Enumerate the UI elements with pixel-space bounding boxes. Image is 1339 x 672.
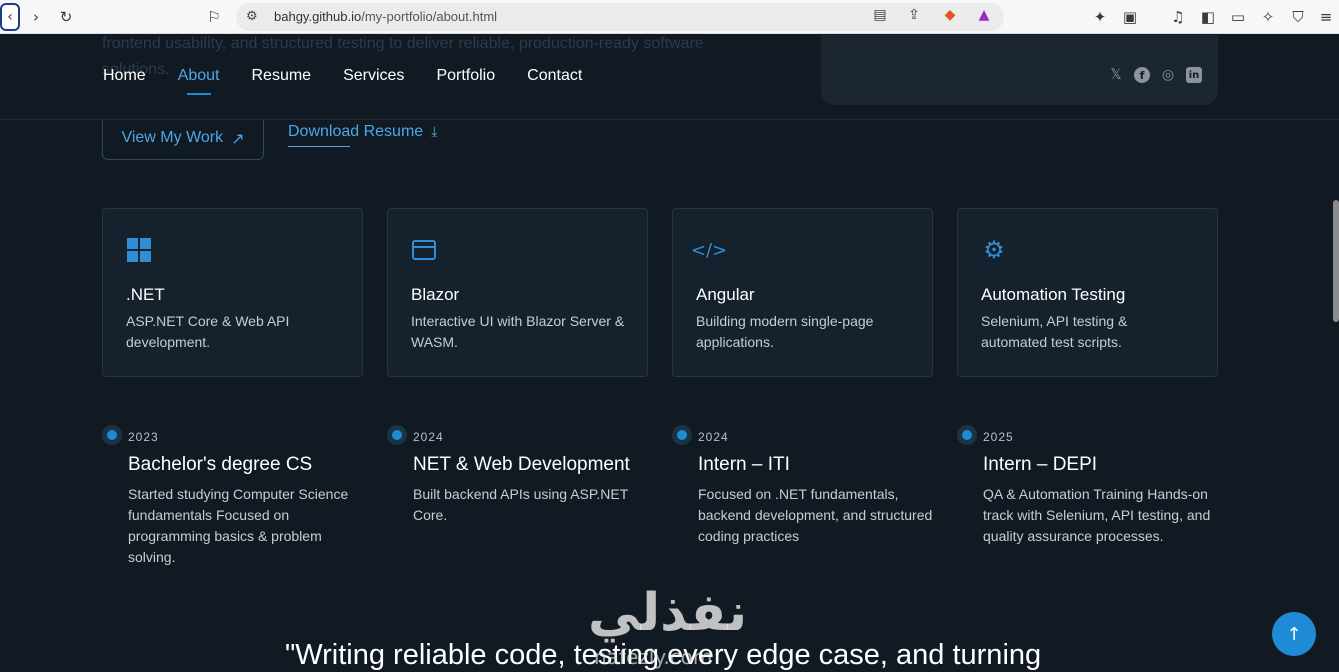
watermark-arabic: نفذلي [588,583,748,643]
timeline-item: 2023 Bachelor's degree CS Started studyi… [102,424,368,568]
forward-button[interactable]: › [26,7,46,27]
main-nav: Home About Resume Services Portfolio Con… [103,67,582,95]
reader-mode-icon[interactable]: ▤ [870,7,890,27]
brave-rewards-icon[interactable]: ▲ [974,7,994,27]
timeline-year: 2025 [983,430,1014,444]
address-bar[interactable]: ⚙ bahgy.github.io/my-portfolio/about.htm… [236,3,1004,31]
facebook-icon[interactable]: f [1134,67,1150,83]
brave-shield-icon[interactable]: ◆ [940,7,960,27]
sidebar-icon[interactable]: ◧ [1198,7,1218,27]
download-resume-link[interactable]: Download Resume ⤓ [288,123,438,147]
x-icon[interactable]: 𝕏 [1108,67,1124,83]
skill-card-dotnet: .NET ASP.NET Core & Web API development. [102,208,363,377]
skill-card-automation-testing: ⚙ Automation Testing Selenium, API testi… [957,208,1218,377]
scroll-to-top-button[interactable]: ↑ [1272,612,1316,656]
view-my-work-label: View My Work [121,129,224,146]
wallet-icon[interactable]: ▭ [1228,7,1248,27]
url-text[interactable]: bahgy.github.io/my-portfolio/about.html [274,9,497,24]
screenshot-icon[interactable]: ▣ [1120,7,1140,27]
download-icon: ⤓ [431,124,438,140]
timeline-dot [672,425,692,445]
menu-icon[interactable]: ≡ [1316,7,1336,27]
nav-portfolio[interactable]: Portfolio [436,67,495,85]
skill-title: Blazor [411,285,460,304]
page-content: View My Work ↗ Download Resume ⤓ fronten… [0,35,1339,672]
skill-desc: Interactive UI with Blazor Server & WASM… [411,313,625,350]
gear-icon: ⚙ [983,236,1005,264]
timeline-desc: Started studying Computer Science fundam… [128,486,349,565]
skill-desc: ASP.NET Core & Web API development. [126,313,290,350]
timeline-item: 2024 Intern – ITI Focused on .NET fundam… [672,424,938,547]
timeline-desc: Built backend APIs using ASP.NET Core. [413,486,629,523]
nav-home[interactable]: Home [103,67,146,85]
timeline-desc: QA & Automation Training Hands-on track … [983,486,1211,544]
scrollbar-thumb[interactable] [1333,200,1339,322]
timeline-title: Bachelor's degree CS [128,454,313,475]
timeline-title: NET & Web Development [413,454,630,475]
timeline-year: 2024 [413,430,444,444]
timeline-year: 2024 [698,430,729,444]
skill-desc: Selenium, API testing & automated test s… [981,313,1128,350]
timeline-title: Intern – ITI [698,454,790,475]
skill-title: Angular [696,285,755,304]
share-icon[interactable]: ⇪ [904,7,924,27]
nav-contact[interactable]: Contact [527,67,582,85]
linkedin-icon[interactable]: in [1186,67,1202,83]
vpn-icon[interactable]: ⛉ [1288,7,1308,27]
view-my-work-button[interactable]: View My Work ↗ [102,117,264,160]
windows-icon [126,237,152,263]
download-resume-label: Download Resume [288,123,424,140]
arrow-up-icon: ↑ [1286,623,1302,645]
bookmark-icon[interactable]: ⚐ [204,7,224,27]
back-button[interactable]: ‹ [0,3,20,31]
reload-button[interactable]: ↻ [56,7,76,27]
timeline-desc: Focused on .NET fundamentals, backend de… [698,486,933,544]
browser-window-icon [411,237,437,263]
timeline-dot [102,425,122,445]
skill-title: .NET [126,285,165,304]
skill-title: Automation Testing [981,285,1126,304]
skill-card-angular: </> Angular Building modern single-page … [672,208,933,377]
timeline-title: Intern – DEPI [983,454,1098,475]
arrow-up-right-icon: ↗ [231,128,245,148]
skill-desc: Building modern single-page applications… [696,313,874,350]
timeline-dot [387,425,407,445]
nav-services[interactable]: Services [343,67,404,85]
extensions-icon[interactable]: ✦ [1090,7,1110,27]
watermark-latin: nafezly.com [594,645,713,669]
site-header: frontend usability, and structured testi… [0,35,1339,120]
timeline-year: 2023 [128,430,159,444]
social-links: 𝕏 f ◎ in [1108,67,1202,83]
leo-ai-icon[interactable]: ✧ [1258,7,1278,27]
browser-toolbar: ‹ › ↻ ⚐ ⚙ bahgy.github.io/my-portfolio/a… [0,0,1339,34]
instagram-icon[interactable]: ◎ [1160,67,1176,83]
skill-card-blazor: Blazor Interactive UI with Blazor Server… [387,208,648,377]
timeline-dot [957,425,977,445]
nav-resume[interactable]: Resume [252,67,312,85]
site-settings-icon[interactable]: ⚙ [246,9,258,24]
code-icon: </> [690,239,728,261]
timeline-item: 2024 NET & Web Development Built backend… [387,424,653,526]
media-icon[interactable]: ♫ [1168,7,1188,27]
timeline-item: 2025 Intern – DEPI QA & Automation Train… [957,424,1223,547]
nav-about[interactable]: About [178,67,220,95]
